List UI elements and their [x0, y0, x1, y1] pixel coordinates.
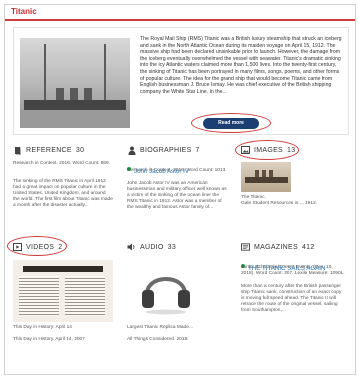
videos-count: 2 — [58, 243, 63, 251]
magazines-header[interactable]: MAGAZINES 412 — [241, 240, 315, 254]
biographies-section: BIOGRAPHIES 7 John Jacob Astor IV Resear… — [127, 143, 233, 235]
biography-snippet: John Jacob Astor IV was an American busi… — [127, 181, 227, 210]
ship-hull-shape — [245, 177, 288, 183]
magazines-section: MAGAZINES 412 THE TITANIC SAILS AGAIN Ju… — [241, 240, 347, 370]
page-title: Titanic — [11, 7, 37, 16]
audio-caption-source: All Things Considered. 2018. — [127, 337, 189, 342]
text-column-shape — [65, 276, 105, 316]
biographies-header[interactable]: BIOGRAPHIES 7 — [127, 143, 200, 157]
biography-source: Research in Context. 2016. Word Count: 1… — [127, 168, 227, 173]
speaker-icon — [127, 243, 136, 252]
topic-header: Titanic — [5, 5, 355, 21]
read-more-button[interactable]: Read more — [203, 118, 259, 129]
mast-shape — [104, 44, 106, 102]
text-column-shape — [19, 276, 59, 316]
image-icon — [241, 146, 250, 155]
video-icon — [13, 243, 22, 252]
biographies-count: 7 — [195, 146, 200, 154]
smokestack-shape — [262, 170, 266, 177]
videos-header[interactable]: VIDEOS 2 — [13, 240, 62, 254]
book-icon — [13, 146, 22, 155]
reference-source: Research in Context. 2016. Word Count: 8… — [13, 161, 110, 166]
reference-section: REFERENCE 30 Research in Context. 2016. … — [13, 143, 119, 235]
video-caption-source: This Day in History. April 14, 2007. — [13, 337, 87, 342]
reference-count: 30 — [75, 146, 85, 154]
mast-shape — [44, 44, 46, 102]
reference-header[interactable]: REFERENCE 30 — [13, 143, 84, 157]
smokestack-shape — [56, 88, 64, 100]
image-caption-source: Gale Student Resources in..., 1912. — [241, 201, 317, 206]
topic-page: Titanic The Royal Mail Ship (RMS) Titani… — [4, 4, 356, 375]
headphones-thumbnail[interactable] — [137, 262, 195, 316]
magazines-label: MAGAZINES — [254, 243, 298, 251]
titanic-image-thumbnail[interactable] — [241, 162, 291, 192]
audio-count: 33 — [167, 243, 177, 251]
magazine-icon — [241, 243, 250, 252]
images-label: IMAGES — [254, 146, 284, 154]
smokestack-shape — [70, 88, 78, 100]
videos-label: VIDEOS — [26, 243, 55, 251]
magazine-source: Junior Scholastic/Current Events. (Dec. … — [241, 265, 345, 276]
person-icon — [127, 146, 136, 155]
water-shape — [20, 110, 130, 128]
images-count: 13 — [287, 146, 296, 154]
hull-shape — [24, 100, 126, 110]
reference-snippet[interactable]: The sinking of the RMS Titanic in April … — [13, 179, 113, 209]
magazines-count: 412 — [301, 243, 315, 251]
read-more-highlight: Read more — [191, 113, 271, 133]
titanic-hero-image[interactable] — [20, 38, 130, 128]
images-section: IMAGES 13 The Titanic. Gale Student Reso… — [235, 140, 347, 235]
audio-header[interactable]: AUDIO 33 — [127, 240, 176, 254]
smokestack-shape — [255, 170, 259, 177]
audio-caption-title: Largest Titanic Replica Made... — [127, 325, 193, 330]
audio-label: AUDIO — [140, 243, 164, 251]
biographies-label: BIOGRAPHIES — [140, 146, 192, 154]
overview-text: The Royal Mail Ship (RMS) Titanic was a … — [140, 36, 342, 95]
smokestack-shape — [84, 88, 92, 100]
smokestack-shape — [269, 170, 273, 177]
images-header[interactable]: IMAGES 13 — [241, 143, 295, 157]
video-caption-title: This Day in History: April 14 — [13, 325, 72, 330]
magazine-snippet: More than a century after the British pa… — [241, 284, 342, 313]
audio-section: AUDIO 33 Largest Titanic Replica Made...… — [127, 240, 233, 370]
topic-overview: The Royal Mail Ship (RMS) Titanic was a … — [13, 27, 349, 135]
newspaper-video-thumbnail[interactable] — [13, 260, 113, 322]
videos-section: VIDEOS 2 This Day in History: April 14 T… — [7, 236, 119, 370]
headline-shape — [23, 266, 103, 272]
reference-label: REFERENCE — [26, 146, 72, 154]
